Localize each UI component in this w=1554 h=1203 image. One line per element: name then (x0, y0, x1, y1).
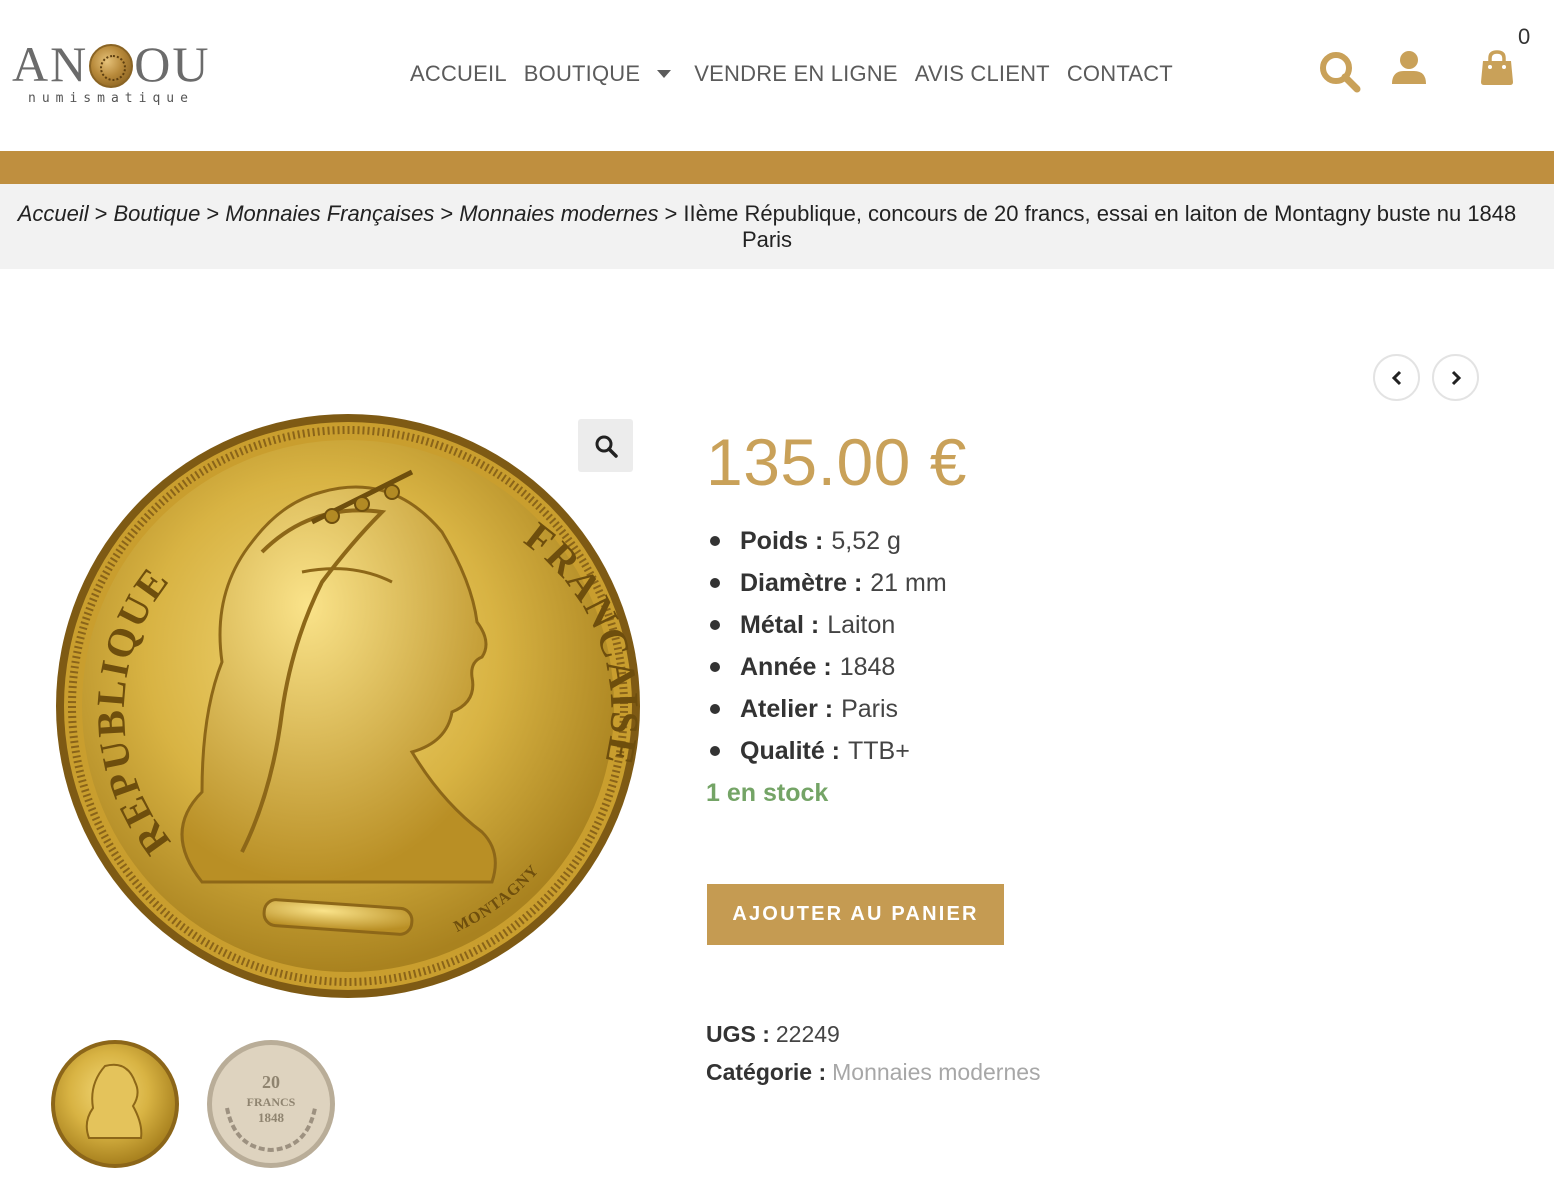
spec-value: Paris (841, 695, 899, 723)
breadcrumb-link-monnaies-modernes[interactable]: Monnaies modernes (459, 201, 658, 226)
spec-poids: Poids :5,52 g (706, 520, 947, 562)
previous-product-button[interactable] (1373, 354, 1420, 401)
product-main-image[interactable]: REPUBLIQUE FRANCAISE MONTAGNY (52, 412, 646, 1002)
stock-status: 1 en stock (706, 779, 829, 807)
category-link[interactable]: Monnaies modernes (832, 1059, 1040, 1085)
search-icon[interactable] (1318, 50, 1362, 94)
bullet-icon (710, 536, 720, 546)
shopping-bag-icon[interactable] (1480, 50, 1514, 86)
spec-label: Diamètre : (740, 569, 863, 597)
breadcrumb-link-monnaies-francaises[interactable]: Monnaies Françaises (225, 201, 434, 226)
sku-label: UGS : (706, 1021, 770, 1047)
magnifier-icon (595, 435, 618, 458)
product-sku: UGS :22249 (706, 1019, 840, 1049)
spec-label: Qualité : (740, 737, 841, 765)
logo-wordmark: AN OU (12, 36, 210, 92)
spec-qualite: Qualité : TTB+ (706, 730, 947, 772)
bullet-icon (710, 620, 720, 630)
chevron-right-icon (1451, 370, 1461, 385)
logo-word-right: OU (134, 36, 211, 92)
category-label: Catégorie : (706, 1059, 827, 1085)
spec-value: 21 mm (870, 569, 947, 597)
thumbnail-reverse[interactable]: 20 FRANCS 1848 (205, 1038, 337, 1170)
product-category: Catégorie : Monnaies modernes (706, 1057, 1041, 1087)
logo-subtitle: numismatique (28, 91, 194, 106)
nav-boutique[interactable]: BOUTIQUE (524, 61, 678, 87)
spec-label: Année : (740, 653, 832, 681)
spec-label: Métal : (740, 611, 820, 639)
spec-label: Poids : (740, 527, 824, 555)
nav-accueil[interactable]: ACCUEIL (410, 61, 507, 87)
spec-metal: Métal : Laiton (706, 604, 947, 646)
spec-value: 1848 (839, 653, 896, 681)
sku-value: 22249 (775, 1021, 840, 1047)
bullet-icon (710, 578, 720, 588)
logo-word-left: AN (12, 36, 89, 92)
spec-value: 5,52 g (831, 527, 901, 555)
breadcrumb-separator: > (664, 201, 678, 226)
breadcrumb-separator: > (206, 201, 220, 226)
chevron-down-icon[interactable] (657, 70, 672, 78)
breadcrumb-current: IIème République, concours de 20 francs,… (683, 201, 1517, 252)
thumbnail-reverse-value: 20 (262, 1072, 280, 1092)
bullet-icon (710, 746, 720, 756)
nav-avis-client[interactable]: AVIS CLIENT (915, 61, 1050, 87)
thumbnail-reverse-unit: FRANCS (247, 1095, 296, 1109)
spec-atelier: Atelier : Paris (706, 688, 947, 730)
breadcrumb-separator: > (94, 201, 108, 226)
zoom-button[interactable] (578, 419, 633, 472)
bullet-icon (710, 662, 720, 672)
site-logo[interactable]: AN OU numismatique (12, 36, 227, 112)
user-icon[interactable] (1390, 50, 1428, 88)
nav-contact[interactable]: CONTACT (1067, 61, 1173, 87)
cart-count-badge: 0 (1518, 24, 1531, 49)
bullet-icon (710, 704, 720, 714)
spec-annee: Année :1848 (706, 646, 947, 688)
breadcrumb-separator: > (440, 201, 454, 226)
chevron-left-icon (1391, 370, 1401, 385)
thumbnail-obverse[interactable] (49, 1038, 181, 1170)
breadcrumb-link-accueil[interactable]: Accueil (18, 201, 89, 226)
spec-value: Laiton (827, 611, 896, 639)
logo-medal-icon (89, 44, 134, 88)
breadcrumb: Accueil > Boutique > Monnaies Françaises > Mon… (0, 184, 1554, 269)
thumbnail-reverse-year: 1848 (258, 1110, 285, 1125)
nav-boutique-label: BOUTIQUE (523, 61, 641, 86)
spec-diametre: Diamètre :21 mm (706, 562, 947, 604)
spec-label: Atelier : (740, 695, 834, 723)
product-specs-list: Poids :5,52 g Diamètre :21 mm Métal : Lai… (706, 520, 947, 772)
product-price: 135.00 € (706, 425, 967, 499)
next-product-button[interactable] (1432, 354, 1479, 401)
add-to-cart-button[interactable]: AJOUTER AU PANIER (707, 884, 1004, 945)
nav-vendre-en-ligne[interactable]: VENDRE EN LIGNE (694, 61, 898, 87)
header-accent-band (0, 151, 1554, 184)
main-nav: ACCUEIL BOUTIQUE VENDRE EN LIGNE AVIS CL… (410, 58, 1190, 90)
spec-value: TTB+ (848, 737, 910, 765)
breadcrumb-link-boutique[interactable]: Boutique (114, 201, 201, 226)
site-header: AN OU numismatique ACCUEIL BOUTIQUE VEND… (0, 0, 1554, 151)
